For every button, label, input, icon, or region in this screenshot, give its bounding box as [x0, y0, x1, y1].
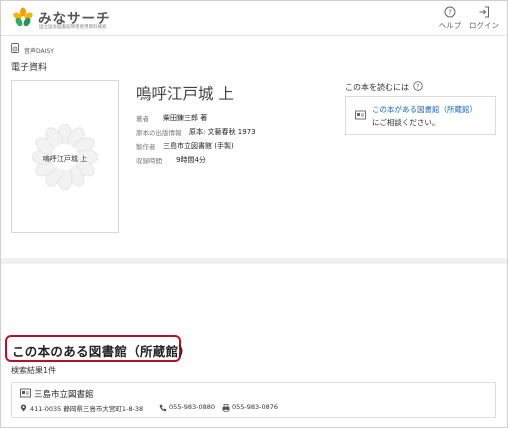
producer-row: 製作者 三島市立図書館 (手製)	[136, 141, 234, 152]
holdings-heading: この本のある図書館（所蔵館）	[5, 335, 191, 362]
how-to-read-box: この本がある図書館（所蔵館） にご相談ください。	[345, 96, 496, 135]
book-cover: 嗚呼江戸城 上	[11, 80, 119, 233]
library-phone: 055-983-0880	[159, 403, 219, 413]
library-fax-text: 055-983-0876	[232, 403, 279, 411]
library-icon	[20, 388, 31, 398]
svg-text:?: ?	[448, 9, 452, 17]
how-to-read-heading: この本を読むには	[345, 83, 409, 92]
fax-icon	[222, 404, 230, 412]
library-fax: 055-983-0876	[222, 403, 292, 413]
site-header: みなサーチ 国立国会図書館障害者用資料検索 ? ヘルプ ログイン	[1, 1, 507, 36]
consult-text: にご相談ください。	[372, 118, 440, 127]
publisher-key: 原本の出版情報	[136, 129, 182, 137]
logo-flower-icon	[13, 7, 33, 27]
site-logo[interactable]: みなサーチ 国立国会図書館障害者用資料検索	[12, 6, 122, 32]
library-address-text: 411-0035 静岡県三島市大宮町1-8-38	[30, 405, 144, 413]
author-key: 著者	[136, 115, 149, 123]
logo-subtitle: 国立国会図書館障害者用資料検索	[39, 25, 107, 30]
login-button[interactable]: ログイン	[467, 6, 501, 34]
location-pin-icon	[20, 404, 27, 412]
help-label: ヘルプ	[438, 21, 462, 30]
duration-value: 9時間4分	[176, 156, 206, 164]
holding-library-link[interactable]: この本がある図書館（所蔵館）	[372, 104, 477, 115]
result-count: 検索結果1件	[11, 366, 57, 375]
login-label: ログイン	[469, 21, 499, 30]
producer-value: 三島市立図書館 (手製)	[163, 142, 234, 150]
library-building-icon	[355, 110, 366, 120]
library-phone-text: 055-983-0880	[169, 403, 216, 411]
category-label: 電子資料	[11, 63, 48, 73]
book-title: 嗚呼江戸城 上	[136, 85, 234, 103]
publisher-value: 原本: 文藝春秋 1973	[189, 128, 256, 136]
question-help-icon[interactable]: ?	[413, 81, 423, 91]
daisy-audio-icon	[11, 43, 19, 53]
cover-title: 嗚呼江戸城 上	[42, 155, 88, 163]
producer-key: 製作者	[136, 143, 156, 151]
library-card[interactable]: 三島市立図書館 411-0035 静岡県三島市大宮町1-8-38 055-983…	[11, 382, 496, 418]
format-label: 音声DAISY	[24, 48, 54, 55]
author-row: 著者 柴田錬三郎 著	[136, 113, 207, 124]
author-value: 柴田錬三郎 著	[163, 114, 208, 122]
library-name: 三島市立図書館	[34, 390, 94, 400]
duration-key: 収録時間	[136, 157, 162, 165]
publisher-row: 原本の出版情報 原本: 文藝春秋 1973	[136, 127, 256, 138]
login-icon	[479, 6, 489, 18]
help-button[interactable]: ? ヘルプ	[433, 6, 467, 34]
svg-text:?: ?	[416, 83, 419, 90]
duration-row: 収録時間 9時間4分	[136, 155, 206, 166]
holdings-heading-text: この本のある図書館（所蔵館）	[12, 344, 192, 359]
help-icon: ?	[444, 6, 456, 18]
library-address: 411-0035 静岡県三島市大宮町1-8-38	[20, 403, 160, 413]
section-divider	[1, 258, 507, 264]
phone-icon	[159, 404, 167, 412]
